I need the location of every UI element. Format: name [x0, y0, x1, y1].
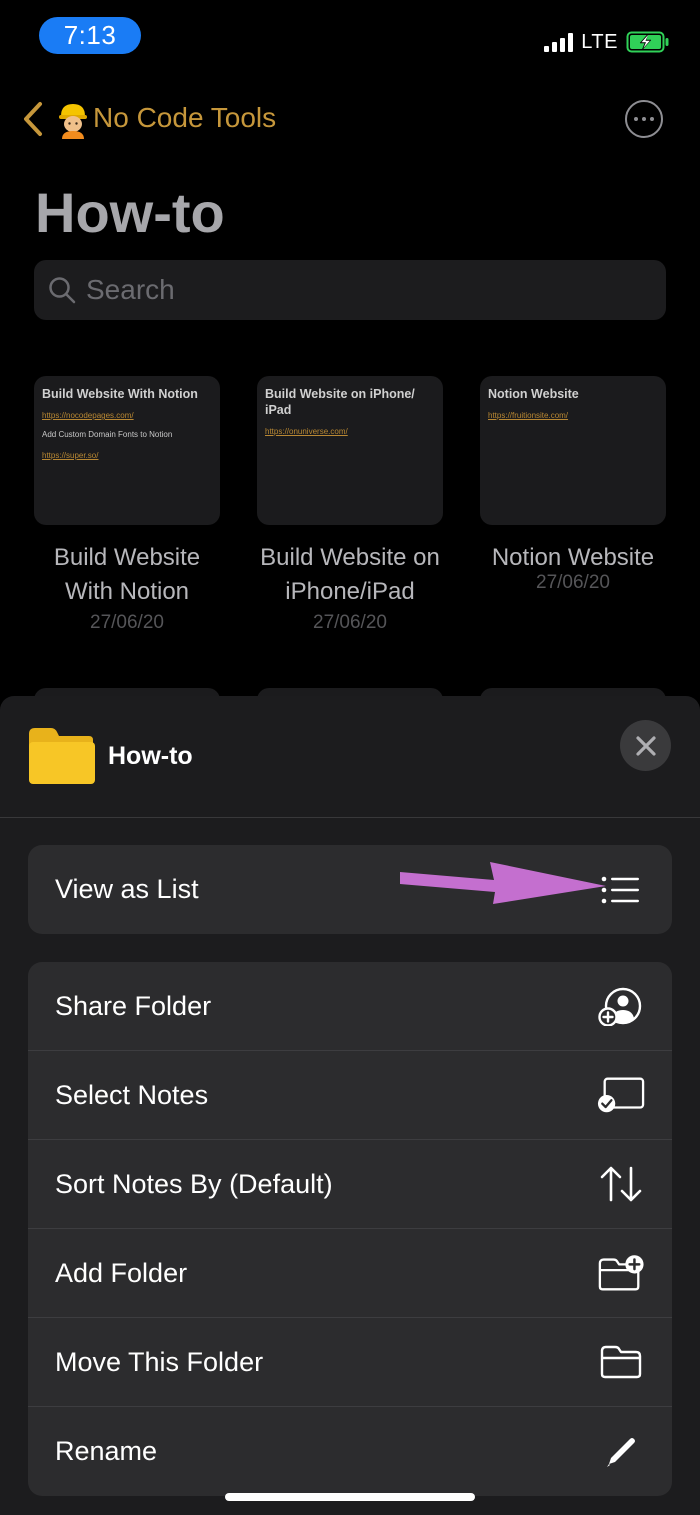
thumbnail-title: Build Website With Notion — [42, 387, 198, 401]
folder-icon — [29, 728, 95, 784]
share-person-icon — [597, 984, 645, 1028]
back-to-parent-folder[interactable]: No Code Tools — [93, 102, 276, 134]
status-indicators: LTE — [544, 28, 670, 56]
search-placeholder: Search — [86, 274, 175, 305]
row-label: Share Folder — [55, 990, 212, 1021]
pencil-icon — [597, 1430, 645, 1474]
ellipsis-circle-icon[interactable] — [625, 100, 663, 138]
note-thumbnail[interactable]: Build Website With Notion https://nocode… — [34, 376, 220, 525]
row-label: Add Folder — [55, 1257, 188, 1288]
search-input[interactable]: Search — [34, 260, 666, 320]
share-folder-button[interactable]: Share Folder — [28, 962, 672, 1051]
note-thumbnail[interactable]: Notion Website https://fruitionsite.com/ — [480, 376, 666, 525]
status-time: 7:13 — [39, 17, 141, 54]
note-card[interactable]: Build Website on iPhone/ iPad https://on… — [257, 376, 443, 637]
search-icon — [49, 277, 76, 304]
select-check-icon — [597, 1073, 645, 1117]
sort-arrows-icon — [597, 1162, 645, 1206]
note-date: 27/06/20 — [313, 612, 387, 633]
thumbnail-title: Build Website on iPhone/ iPad — [265, 387, 415, 417]
note-card[interactable]: Build Website With Notion https://nocode… — [34, 376, 220, 637]
row-label: Sort Notes By (Default) — [55, 1168, 333, 1199]
row-label: View as List — [55, 874, 199, 904]
note-thumbnail[interactable]: Build Website on iPhone/ iPad https://on… — [257, 376, 443, 525]
rename-button[interactable]: Rename — [28, 1407, 672, 1496]
home-indicator[interactable] — [225, 1493, 475, 1501]
folder-actions-group: Share Folder Select Notes Sort Notes By … — [28, 962, 672, 1496]
add-folder-button[interactable]: Add Folder — [28, 1229, 672, 1318]
select-notes-button[interactable]: Select Notes — [28, 1051, 672, 1140]
network-type: LTE — [581, 30, 618, 53]
thumbnail-link: https://super.so/ — [42, 451, 99, 460]
note-card[interactable]: Notion Website https://fruitionsite.com/… — [480, 376, 666, 597]
thumbnail-link: https://nocodepages.com/ — [42, 411, 134, 420]
thumbnail-text: Add Custom Domain Fonts to Notion — [42, 430, 173, 439]
thumbnail-link: https://fruitionsite.com/ — [488, 411, 569, 420]
sheet-title: How-to — [108, 742, 193, 770]
note-title: Build Website With Notion — [53, 544, 201, 605]
move-folder-button[interactable]: Move This Folder — [28, 1318, 672, 1407]
note-date: 27/06/20 — [90, 612, 164, 633]
folder-actions-sheet: How-to View as List Share Folder Select … — [0, 696, 700, 1515]
note-title: Build Website on iPhone/iPad — [260, 544, 440, 605]
sort-notes-button[interactable]: Sort Notes By (Default) — [28, 1140, 672, 1229]
folder-icon — [597, 1340, 645, 1384]
thumbnail-link: https://onuniverse.com/ — [265, 427, 348, 436]
cellular-signal-icon — [544, 32, 574, 52]
row-label: Rename — [55, 1436, 158, 1466]
close-icon — [635, 735, 656, 756]
thumbnail-title: Notion Website — [488, 387, 579, 401]
construction-worker-emoji-icon[interactable] — [58, 99, 88, 139]
annotation-arrow-icon — [400, 862, 606, 904]
chevron-left-icon[interactable] — [18, 100, 46, 138]
row-label: Select Notes — [55, 1079, 209, 1110]
row-label: Move This Folder — [55, 1346, 264, 1377]
battery-charging-icon — [626, 31, 669, 53]
close-button[interactable] — [620, 720, 671, 771]
folder-add-icon — [597, 1251, 645, 1295]
sheet-header: How-to — [0, 696, 700, 818]
page-title: How-to — [35, 181, 225, 244]
